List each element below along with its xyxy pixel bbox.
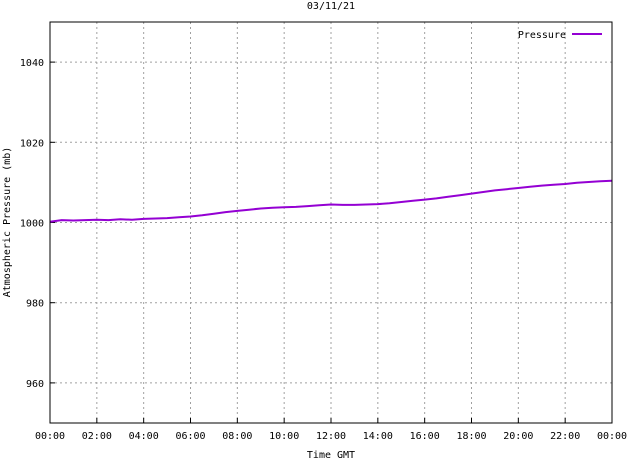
x-tick-label: 06:00: [175, 431, 205, 442]
x-tick-label: 08:00: [222, 431, 252, 442]
y-tick-label: 980: [26, 299, 44, 310]
x-tick-label: 00:00: [35, 431, 65, 442]
y-tick-label: 960: [26, 379, 44, 390]
series-layer: [49, 179, 613, 223]
legend: Pressure: [518, 30, 602, 41]
x-tick-label: 04:00: [129, 431, 159, 442]
x-tick-label: 20:00: [503, 431, 533, 442]
x-tick-label: 10:00: [269, 431, 299, 442]
x-tick-label: 14:00: [363, 431, 393, 442]
series-line-pressure: [49, 179, 613, 223]
y-tick-label: 1000: [20, 219, 44, 230]
legend-label-pressure: Pressure: [518, 30, 566, 41]
pressure-chart: 03/11/21 00:00 02:00 04:00 06:00 08:00 10:00 1…: [2, 1, 627, 459]
x-tick-label: 22:00: [550, 431, 580, 442]
x-tick-label: 02:00: [82, 431, 112, 442]
y-tick-label: 1040: [20, 58, 44, 69]
y-tick-label: 1020: [20, 138, 44, 149]
axis-ticks: 00:00 02:00 04:00 06:00 08:00 10:00 12:00 14:00…: [20, 58, 627, 442]
x-tick-label: 12:00: [316, 431, 346, 442]
chart-title: 03/11/21: [307, 1, 355, 12]
x-tick-label: 16:00: [410, 431, 440, 442]
x-axis-label: Time GMT: [307, 450, 355, 459]
x-tick-label: 18:00: [456, 431, 486, 442]
grid-lines: [50, 22, 612, 423]
y-axis-label: Atmospheric Pressure (mb): [2, 147, 13, 298]
x-tick-label: 00:00: [597, 431, 627, 442]
